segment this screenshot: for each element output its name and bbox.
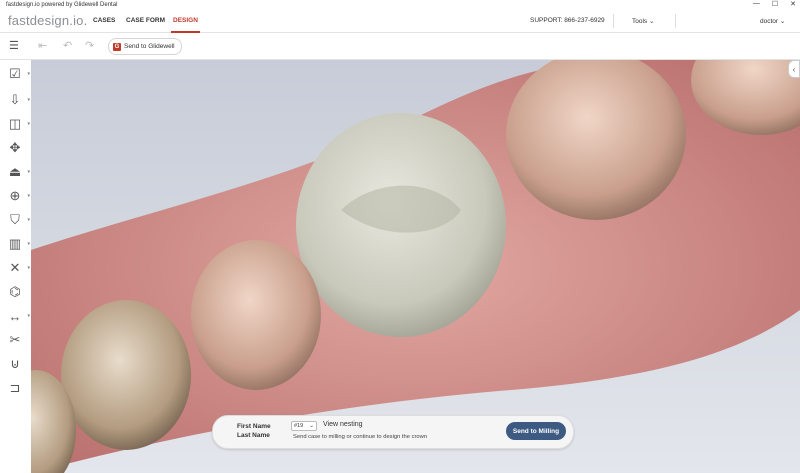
tool-sidebar: ☑ ▾ ⇩ ▾ ◫ ▾ ✥ ⏏ ▾ ⊕ ▾ ⛉ ▾ ▥ ▾ ✕ ▾ ⌬ ↔ ▾ ✂ ⊍ ⊐ xyxy=(0,60,32,473)
chevron-down-icon: ⌄ xyxy=(779,18,786,25)
tools-label: Tools xyxy=(632,18,648,25)
tooth-number: #19 xyxy=(294,423,304,429)
margin-icon[interactable]: ⊍ xyxy=(5,354,25,374)
full-arch-icon[interactable]: ⌬ xyxy=(5,282,25,302)
send-to-glidewell-button[interactable]: G Send to Glidewell xyxy=(108,38,182,55)
checklist-icon[interactable]: ☑ ▾ xyxy=(5,64,30,84)
maximize-button[interactable]: ☐ xyxy=(772,0,778,10)
close-button[interactable]: ✕ xyxy=(790,0,796,10)
user-name: doctor xyxy=(760,18,779,25)
premolar-tooth xyxy=(191,240,321,390)
window-title: fastdesign.io powered by Glidewell Denta… xyxy=(6,2,118,8)
tooth-icon[interactable]: ⛉ ▾ xyxy=(5,210,30,230)
case-action-bar: First Name Last Name #19 ⌄ View nesting … xyxy=(212,415,574,449)
top-nav: fastdesign.io. CASES CASE FORM DESIGN SU… xyxy=(0,10,800,33)
tab-case-form[interactable]: CASE FORM xyxy=(126,17,165,24)
support-phone: SUPPORT: 866-237-6929 xyxy=(530,17,605,24)
chevron-down-icon: ⌄ xyxy=(649,18,655,25)
import-icon[interactable]: ⇩ ▾ xyxy=(5,90,30,110)
add-tooth-icon[interactable]: ⊕ ▾ xyxy=(5,186,30,206)
chevron-left-icon: ‹ xyxy=(792,64,796,74)
collapse-panel-button[interactable]: ‹ xyxy=(788,60,800,78)
nav-divider xyxy=(675,14,676,28)
ruler-icon[interactable]: ▥ ▾ xyxy=(5,234,30,254)
window-titlebar: fastdesign.io powered by Glidewell Denta… xyxy=(0,0,800,10)
dental-model-render xyxy=(31,60,800,473)
move-icon[interactable]: ✥ xyxy=(5,138,25,158)
chevron-down-icon: ⌄ xyxy=(309,423,314,429)
tools-icon[interactable]: ✕ ▾ xyxy=(5,258,30,278)
last-name-label: Last Name xyxy=(237,432,270,439)
send-to-glidewell-label: Send to Glidewell xyxy=(124,43,175,50)
app-logo: fastdesign.io. xyxy=(8,13,88,28)
user-menu[interactable]: doctor ⌄ xyxy=(760,17,785,25)
undo-icon[interactable]: ↶ xyxy=(63,39,72,52)
premolar-tooth xyxy=(61,300,191,450)
tools-menu[interactable]: Tools ⌄ xyxy=(632,17,654,25)
nav-divider xyxy=(613,14,614,28)
design-toolbar: ☰ ⇤ ↶ ↷ G Send to Glidewell xyxy=(0,33,800,60)
menu-icon[interactable]: ☰ xyxy=(9,39,19,52)
redo-icon[interactable]: ↷ xyxy=(85,39,94,52)
contact-icon[interactable]: ⏏ ▾ xyxy=(5,162,30,182)
tooth-number-select[interactable]: #19 ⌄ xyxy=(291,421,317,431)
glidewell-logo-icon: G xyxy=(113,42,121,51)
view-nesting-link[interactable]: View nesting xyxy=(323,421,363,428)
first-name-label: First Name xyxy=(237,423,271,430)
cut-icon[interactable]: ✂ xyxy=(5,330,25,350)
tab-cases[interactable]: CASES xyxy=(93,17,115,24)
bite-icon[interactable]: ⊐ xyxy=(5,378,25,398)
minimize-button[interactable]: — xyxy=(753,0,760,10)
measure-icon[interactable]: ↔ ▾ xyxy=(5,306,31,326)
crown-shape-icon[interactable]: ◫ ▾ xyxy=(5,114,30,134)
skip-first-icon[interactable]: ⇤ xyxy=(38,39,47,52)
tab-design[interactable]: DESIGN xyxy=(171,17,200,33)
action-description: Send case to milling or continue to desi… xyxy=(293,434,428,440)
send-to-milling-button[interactable]: Send to Milling xyxy=(506,422,566,440)
3d-viewport[interactable] xyxy=(31,60,800,473)
